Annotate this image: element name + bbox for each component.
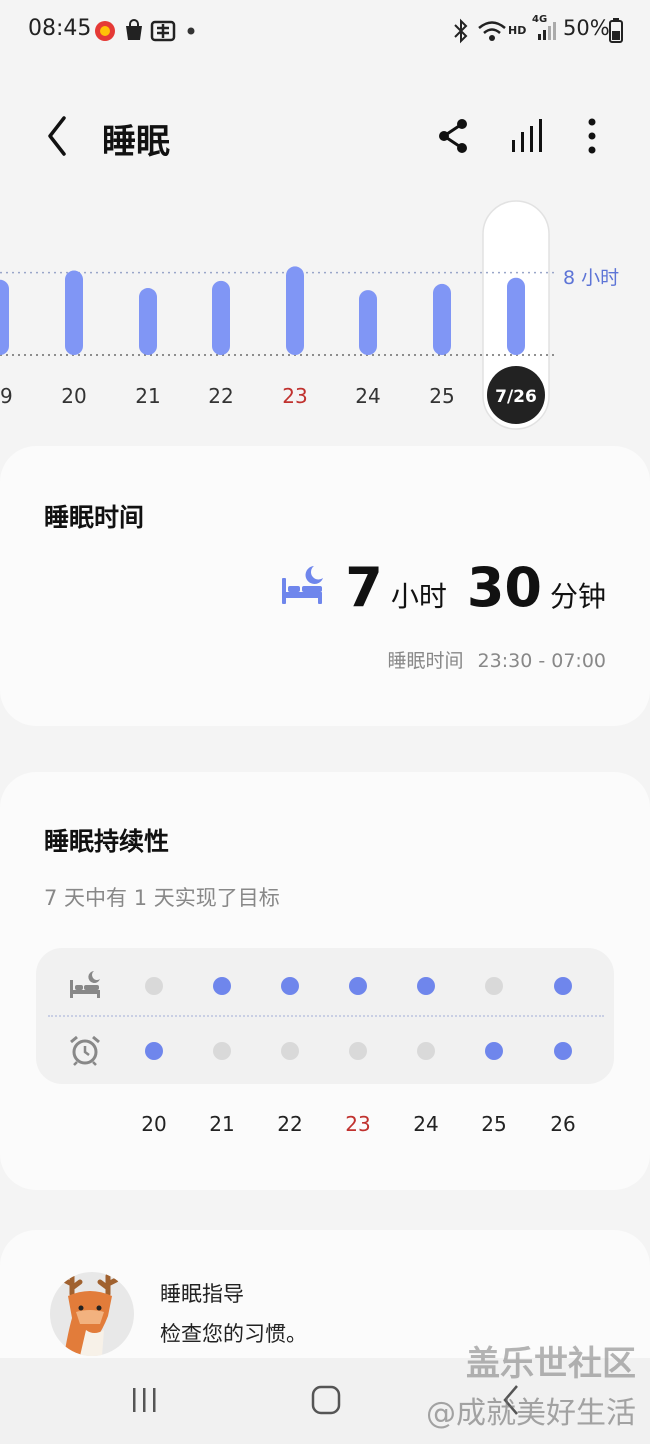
share-icon[interactable] xyxy=(432,114,476,158)
bed-moon-icon xyxy=(282,566,323,604)
bedtime-dot-22 xyxy=(281,977,299,995)
consistency-day-21: 21 xyxy=(209,1112,235,1136)
bedtime-dot-26 xyxy=(554,977,572,995)
day-label-selected: 7/26 xyxy=(495,387,537,407)
wakeup-dot-20 xyxy=(145,1042,163,1060)
sleep-hours-value: 7 xyxy=(345,556,383,619)
bedtime-dot-24 xyxy=(417,977,435,995)
consistency-day-22: 22 xyxy=(277,1112,303,1136)
network-type-label: 4G xyxy=(532,14,548,25)
watermark-slogan: @成就美好生活 xyxy=(426,1396,636,1431)
back-arrow-icon[interactable] xyxy=(38,112,78,160)
status-bar: 08:45 HD 4G 50% xyxy=(0,0,650,62)
target-line-label: 8 小时 xyxy=(563,267,620,289)
bar-7/26 xyxy=(507,277,525,355)
bluetooth-icon xyxy=(454,18,468,44)
page-title: 睡眠 xyxy=(102,122,170,162)
deer-avatar xyxy=(50,1272,134,1356)
bar-23 xyxy=(286,266,304,355)
bar-chart-icon[interactable] xyxy=(506,114,550,158)
bar-19 xyxy=(0,279,9,355)
consistency-day-24: 24 xyxy=(413,1112,439,1136)
grid-divider xyxy=(48,1015,604,1017)
battery-icon xyxy=(609,18,623,43)
wakeup-dot-25 xyxy=(485,1042,503,1060)
day-label-19: 19 xyxy=(0,384,13,408)
status-time: 08:45 xyxy=(28,16,92,41)
bar-20 xyxy=(65,270,83,355)
wakeup-dot-26 xyxy=(554,1042,572,1060)
day-label-23: 23 xyxy=(282,384,307,408)
consistency-grid xyxy=(36,948,614,1084)
sleep-range-label: 睡眠时间 xyxy=(387,650,464,672)
sleep-minutes-unit: 分钟 xyxy=(549,580,606,613)
deer-icon xyxy=(61,1273,119,1356)
bedtime-dot-23 xyxy=(349,977,367,995)
sleep-hours-unit: 小时 xyxy=(390,580,447,613)
dot-icon xyxy=(187,27,195,35)
watermark-brand: 盖乐世社区 xyxy=(466,1344,636,1384)
shopping-bag-icon xyxy=(126,19,142,40)
wakeup-dot-22 xyxy=(281,1042,299,1060)
app-badge-icon xyxy=(95,21,115,41)
wakeup-dot-24 xyxy=(417,1042,435,1060)
bedtime-dot-20 xyxy=(145,977,163,995)
sleep-time-title: 睡眠时间 xyxy=(44,503,145,532)
bedtime-dot-25 xyxy=(485,977,503,995)
consistency-day-23: 23 xyxy=(345,1112,371,1136)
guide-subtitle: 检查您的习惯。 xyxy=(160,1322,307,1346)
home-icon[interactable] xyxy=(309,1380,343,1420)
bed-icon xyxy=(70,971,100,998)
sleep-time-card[interactable]: 睡眠时间 7 小时 30 分钟 睡眠时间 23:30 - 07:00 xyxy=(0,446,650,726)
sleep-page: 08:45 HD 4G 50% 睡眠 9 20 21 22 23 24 25 7… xyxy=(0,0,650,1444)
day-label-22: 22 xyxy=(208,384,233,408)
chart-svg[interactable]: 19 20 21 22 23 24 25 7/26 xyxy=(0,195,650,435)
wifi-icon xyxy=(478,21,506,41)
hd-icon: HD xyxy=(508,24,527,37)
consistency-day-20: 20 xyxy=(141,1112,167,1136)
consistency-title: 睡眠持续性 xyxy=(44,827,170,856)
sleep-minutes-value: 30 xyxy=(466,556,542,619)
wakeup-dot-21 xyxy=(213,1042,231,1060)
consistency-day-26: 26 xyxy=(550,1112,576,1136)
alarm-clock-icon xyxy=(70,1035,100,1066)
consistency-subtitle: 7 天中有 1 天实现了目标 xyxy=(44,886,280,910)
bar-22 xyxy=(212,280,230,355)
recent-apps-icon[interactable] xyxy=(128,1380,162,1420)
bedtime-dot-21 xyxy=(213,977,231,995)
guide-title: 睡眠指导 xyxy=(160,1282,244,1306)
day-label-25: 25 xyxy=(429,384,454,408)
wakeup-dot-23 xyxy=(349,1042,367,1060)
day-label-24: 24 xyxy=(355,384,380,408)
sleep-consistency-card[interactable]: 睡眠持续性 7 天中有 1 天实现了目标 20 21 22 23 24 25 26 xyxy=(0,772,650,1190)
day-label-21: 21 xyxy=(135,384,160,408)
consistency-day-25: 25 xyxy=(481,1112,507,1136)
taobao-icon xyxy=(150,20,176,42)
more-vertical-icon[interactable] xyxy=(570,114,614,158)
sleep-range-value: 23:30 - 07:00 xyxy=(477,650,606,672)
app-header: 睡眠 xyxy=(0,100,650,172)
bar-21 xyxy=(139,288,157,355)
day-label-20: 20 xyxy=(61,384,86,408)
bar-24 xyxy=(359,290,377,355)
battery-percent: 50% xyxy=(563,16,610,40)
sleep-duration: 7 小时 30 分钟 xyxy=(345,556,606,619)
sleep-bar-chart[interactable]: 19 20 21 22 23 24 25 7/26 8 小时 xyxy=(0,195,650,435)
bar-25 xyxy=(433,283,451,355)
sleep-range: 睡眠时间 23:30 - 07:00 xyxy=(388,646,606,673)
